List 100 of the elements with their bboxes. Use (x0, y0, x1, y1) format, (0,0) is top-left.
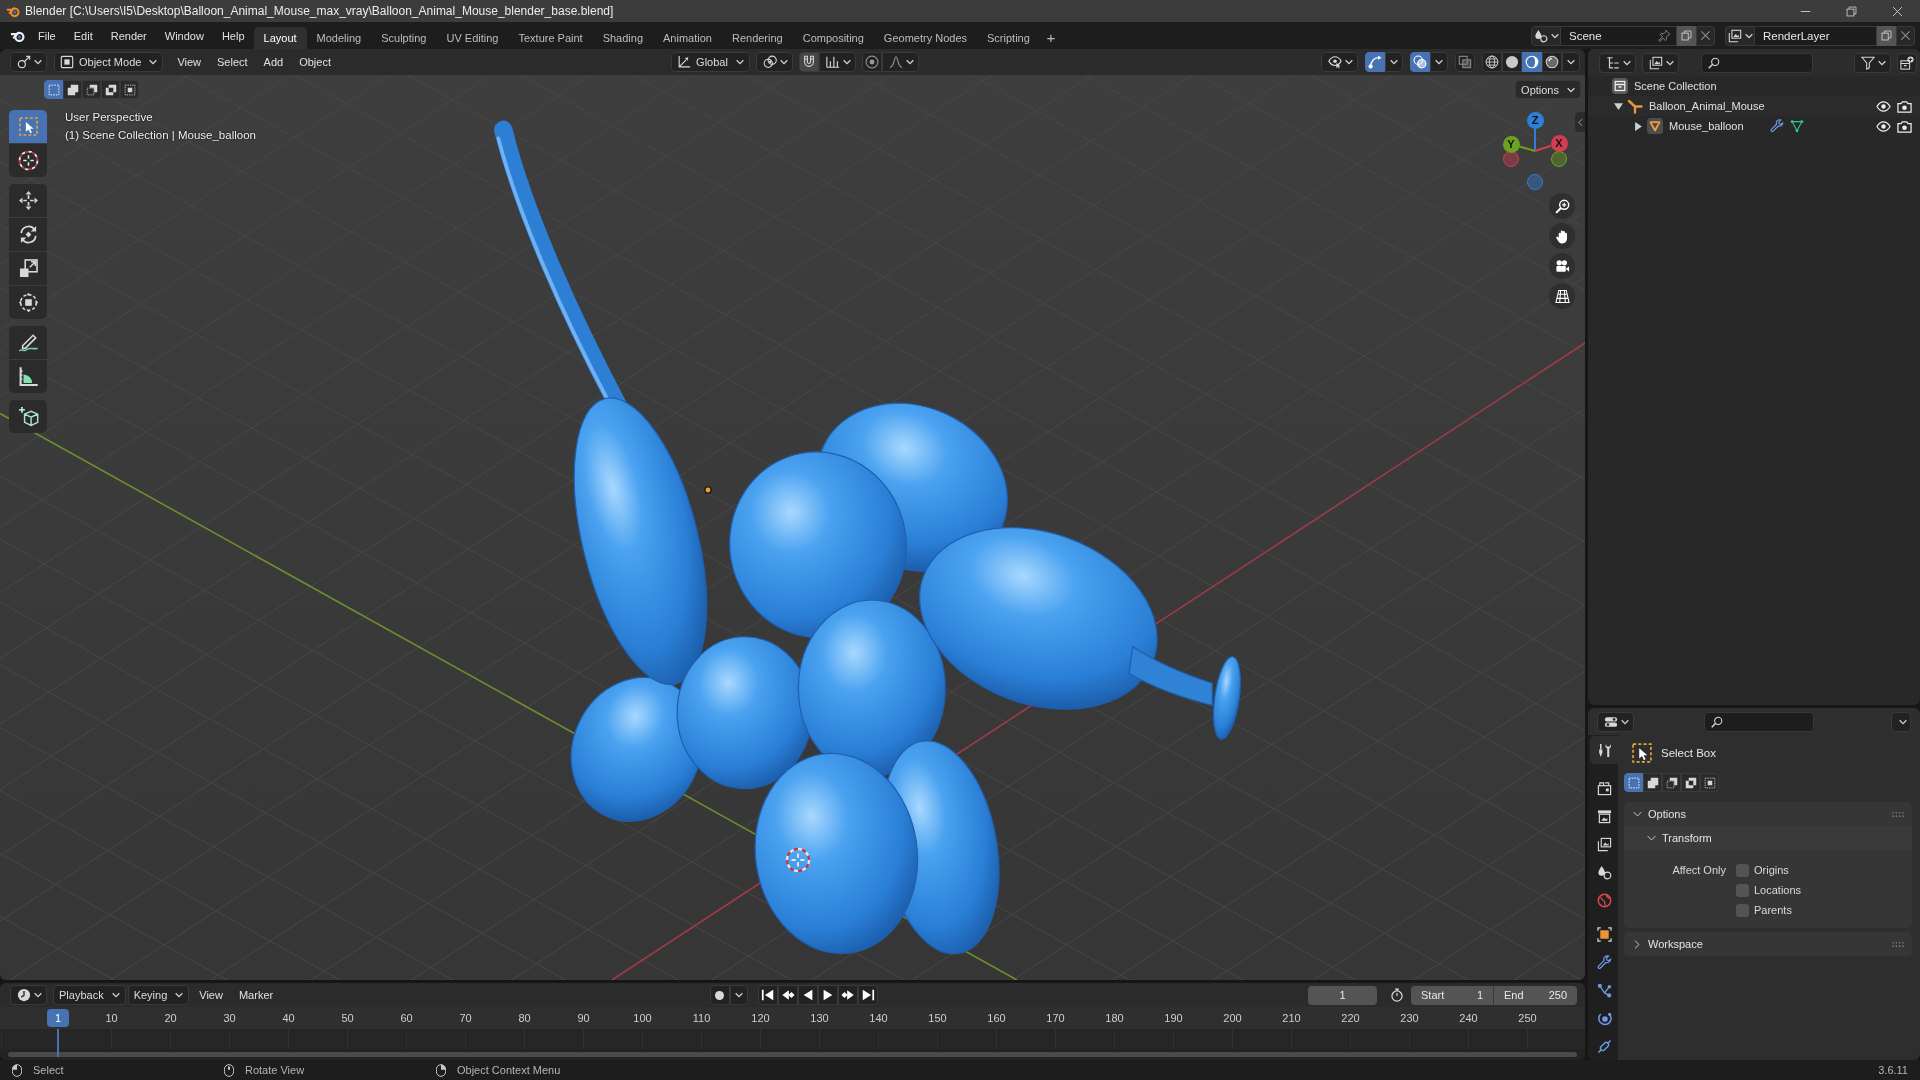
menu-item[interactable]: Help (212, 25, 254, 46)
horizontal-scrollbar[interactable] (0, 1049, 1585, 1060)
eye-icon[interactable] (1876, 118, 1891, 134)
workspace-tab[interactable]: Layout (253, 27, 307, 49)
workspace-tab[interactable]: Modeling (306, 27, 372, 49)
workspace-tab[interactable]: Animation (653, 27, 722, 49)
select-mode-button[interactable] (1662, 773, 1681, 792)
tool-button[interactable] (9, 400, 47, 433)
workspace-tab[interactable]: Shading (592, 27, 654, 49)
tool-button[interactable] (9, 252, 47, 285)
overlays-dropdown[interactable] (1430, 52, 1448, 72)
new-view-layer-button[interactable] (1877, 25, 1896, 46)
menu-item[interactable]: Select (209, 56, 256, 68)
axis-handle[interactable]: X (1550, 134, 1568, 152)
remove-view-layer-button[interactable] (1896, 25, 1915, 46)
scene-field[interactable]: Scene (1561, 25, 1677, 46)
view-layer-field[interactable]: RenderLayer (1755, 25, 1877, 46)
jump-to-end-button[interactable] (857, 985, 878, 1005)
mode-dropdown[interactable]: Object Mode (54, 52, 164, 72)
display-mode-dropdown[interactable] (1642, 52, 1679, 73)
workspace-tab[interactable]: Texture Paint (508, 27, 593, 49)
pan-button[interactable] (1549, 223, 1575, 249)
jump-to-start-button[interactable] (757, 985, 778, 1005)
editor-type-button[interactable] (1597, 711, 1634, 732)
snap-target-dropdown[interactable] (818, 52, 856, 72)
tool-button[interactable] (9, 286, 47, 319)
eye-icon[interactable] (1876, 98, 1891, 114)
overlays-toggle[interactable] (1410, 52, 1430, 72)
play-button[interactable] (817, 985, 838, 1005)
shading-mode-button[interactable] (1522, 52, 1542, 72)
shading-mode-button[interactable] (1482, 52, 1502, 72)
new-scene-button[interactable] (1677, 25, 1696, 46)
search-field[interactable] (1704, 711, 1814, 732)
checkbox[interactable] (1736, 883, 1749, 897)
options-dropdown[interactable]: Options (1515, 80, 1581, 99)
select-mode-button[interactable] (101, 80, 120, 99)
item-name[interactable]: Balloon_Animal_Mouse (1649, 100, 1765, 112)
camera-view-button[interactable] (1549, 253, 1575, 279)
editor-type-button[interactable] (1599, 52, 1636, 73)
menu-item[interactable]: View (191, 989, 231, 1001)
vertex-triangle-icon[interactable] (1789, 119, 1804, 133)
checkbox-label[interactable]: Locations (1754, 884, 1802, 896)
orientation-dropdown[interactable]: Global (671, 52, 750, 72)
playhead[interactable]: 1 (47, 1009, 69, 1027)
remove-scene-button[interactable] (1696, 25, 1715, 46)
select-mode-button[interactable] (1681, 773, 1700, 792)
checkbox-label[interactable]: Parents (1754, 904, 1792, 916)
menu-item[interactable]: Render (101, 25, 156, 46)
tool-button[interactable] (9, 326, 47, 359)
menu-item[interactable]: Marker (230, 989, 282, 1001)
workspace-tab[interactable]: Scripting (977, 27, 1040, 49)
xray-toggle[interactable] (1455, 52, 1475, 72)
menu-item[interactable]: Object (291, 56, 339, 68)
previous-keyframe-button[interactable] (777, 985, 798, 1005)
negative-axis-handle[interactable] (1527, 174, 1543, 190)
menu-item[interactable]: Window (155, 25, 213, 46)
keying-dropdown[interactable] (729, 985, 748, 1005)
shading-dropdown[interactable] (1562, 52, 1580, 72)
negative-axis-handle[interactable] (1551, 151, 1567, 167)
menu-item[interactable]: Edit (64, 25, 102, 46)
menu-item[interactable]: View (169, 56, 210, 68)
panel-header[interactable]: Options (1624, 802, 1912, 826)
editor-type-button[interactable] (10, 52, 47, 72)
select-mode-button[interactable] (1643, 773, 1662, 792)
panel-header[interactable]: Workspace (1624, 932, 1912, 956)
workspace-tab[interactable]: Rendering (721, 27, 793, 49)
falloff-dropdown[interactable] (881, 52, 919, 72)
workspace-tab[interactable]: Compositing (792, 27, 874, 49)
camera-icon[interactable] (1897, 118, 1912, 134)
zoom-button[interactable] (1549, 193, 1575, 219)
tool-button[interactable] (9, 144, 47, 177)
disclosure-triangle-icon[interactable] (1614, 102, 1623, 110)
editor-type-button[interactable] (10, 985, 47, 1005)
tool-button[interactable] (9, 184, 47, 217)
menu-item[interactable]: Add (255, 56, 292, 68)
selectability-dropdown[interactable] (1321, 52, 1358, 72)
axis-handle[interactable]: Z (1526, 111, 1544, 129)
checkbox[interactable] (1736, 903, 1749, 917)
item-name[interactable]: Scene Collection (1634, 80, 1717, 92)
current-frame-field[interactable]: 1 (1308, 985, 1377, 1005)
gizmos-dropdown[interactable] (1385, 52, 1403, 72)
checkbox[interactable] (1736, 863, 1749, 877)
gizmos-toggle[interactable] (1365, 52, 1385, 72)
select-mode-button[interactable] (63, 80, 82, 99)
menu-dropdown[interactable]: Keying (127, 985, 190, 1005)
snap-toggle[interactable] (798, 52, 819, 72)
start-frame-field[interactable]: Start 1 (1411, 985, 1494, 1005)
proportional-editing-toggle[interactable] (861, 52, 882, 72)
options-dropdown[interactable] (1891, 711, 1911, 732)
subpanel-header[interactable]: Transform (1624, 826, 1912, 850)
menu-item[interactable]: File (29, 25, 65, 46)
menu-dropdown[interactable]: Playback (53, 985, 126, 1005)
filter-dropdown[interactable] (1854, 52, 1891, 73)
workspace-tab[interactable]: UV Editing (436, 27, 509, 49)
camera-icon[interactable] (1897, 98, 1912, 114)
select-mode-button[interactable] (82, 80, 101, 99)
play-reverse-button[interactable] (797, 985, 818, 1005)
pivot-dropdown[interactable] (755, 52, 793, 72)
end-frame-field[interactable]: End 250 (1494, 985, 1577, 1005)
axis-handle[interactable]: Y (1502, 135, 1520, 153)
